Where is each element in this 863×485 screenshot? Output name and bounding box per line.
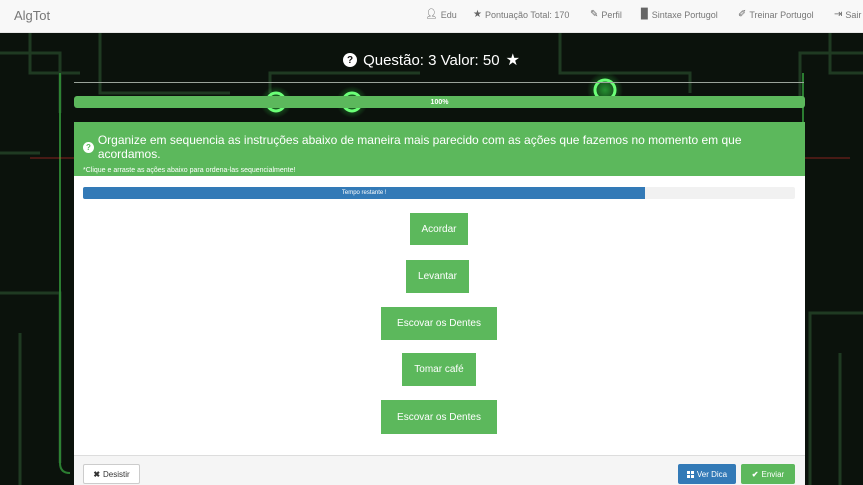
hint-text: *Clique e arraste as ações abaixo para o… xyxy=(83,167,296,174)
brand-logo[interactable]: AlgTot xyxy=(14,8,50,23)
nav-score[interactable]: ★ Pontuação Total: 170 xyxy=(473,9,570,21)
panel-body: Tempo restante ! Acordar Levantar Escova… xyxy=(74,176,805,455)
timer-label: Tempo restante ! xyxy=(341,190,387,196)
question-title-text: Questão: 3 Valor: 50 xyxy=(363,51,500,69)
timer-fill: Tempo restante ! xyxy=(83,187,646,199)
user-icon: 👤︎ xyxy=(425,9,438,20)
timer-bar: Tempo restante ! xyxy=(83,187,795,199)
give-up-label: Desistir xyxy=(103,469,130,479)
logout-icon: ⇥ xyxy=(834,9,843,20)
nav-profile[interactable]: ✎ Perfil xyxy=(590,9,622,21)
instruction-text: Organize em sequencia as instruções abai… xyxy=(97,133,742,161)
panel-footer: ✖ Desistir Ver Dica ✔ Enviar xyxy=(74,455,805,485)
nav-user-label: Edu xyxy=(440,10,457,20)
nav-score-label: Pontuação Total: 170 xyxy=(484,10,570,20)
nav-logout-label: Sair xyxy=(845,10,862,20)
question-panel: ? Organize em sequencia as instruções ab… xyxy=(74,122,805,485)
check-icon: ✔ xyxy=(751,469,759,479)
question-circle-icon: ? xyxy=(83,141,94,153)
star-icon: ★ xyxy=(473,9,482,20)
panel-heading: ? Organize em sequencia as instruções ab… xyxy=(74,122,805,176)
close-icon: ✖ xyxy=(93,469,101,479)
question-title: ? Questão: 3 Valor: 50 ★ xyxy=(0,50,863,70)
edit-icon: ✎ xyxy=(590,9,599,20)
star-icon: ★ xyxy=(505,52,520,69)
question-progress-text: 100% xyxy=(430,98,449,106)
draggable-action-3[interactable]: Escovar os Dentes xyxy=(381,307,497,340)
nav-logout[interactable]: ⇥ Sair xyxy=(834,9,862,21)
hint-button[interactable]: Ver Dica xyxy=(678,464,736,484)
draggable-action-4[interactable]: Tomar café xyxy=(402,353,476,386)
draggable-action-1[interactable]: Acordar xyxy=(410,213,468,245)
nav-syntax-label: Sintaxe Portugol xyxy=(651,10,718,20)
book-icon: ▉ xyxy=(641,9,649,20)
nav-user[interactable]: 👤︎ Edu xyxy=(425,9,457,21)
draggable-action-2[interactable]: Levantar xyxy=(406,260,469,293)
hint-button-label: Ver Dica xyxy=(696,469,728,479)
question-circle-icon: ? xyxy=(343,53,358,67)
nav-syntax[interactable]: ▉ Sintaxe Portugol xyxy=(641,9,718,21)
pin-icon: ✐ xyxy=(738,9,747,20)
question-progress-bar: 100% xyxy=(74,96,805,108)
instruction: ? Organize em sequencia as instruções ab… xyxy=(83,133,796,161)
nav-train-label: Treinar Portugol xyxy=(749,10,814,20)
nav-train[interactable]: ✐ Treinar Portugol xyxy=(738,9,814,21)
submit-button[interactable]: ✔ Enviar xyxy=(741,464,795,484)
submit-label: Enviar xyxy=(761,469,785,479)
give-up-button[interactable]: ✖ Desistir xyxy=(83,464,140,484)
divider xyxy=(74,82,804,83)
grid-icon xyxy=(686,470,694,478)
draggable-action-5[interactable]: Escovar os Dentes xyxy=(381,400,497,434)
nav-profile-label: Perfil xyxy=(601,10,622,20)
top-navbar: AlgTot 👤︎ Edu ★ Pontuação Total: 170 ✎ P… xyxy=(0,0,863,33)
